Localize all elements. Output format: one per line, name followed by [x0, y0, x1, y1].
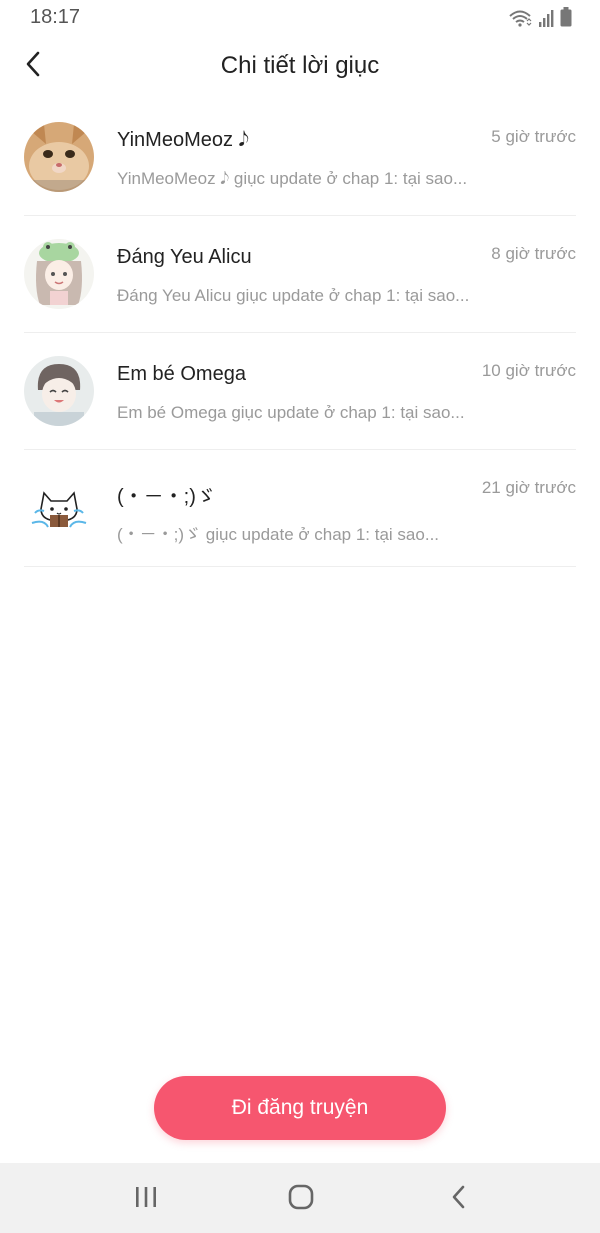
- timestamp: 8 giờ trước: [491, 244, 576, 263]
- timestamp: 21 giờ trước: [481, 478, 576, 497]
- message-preview: Em bé Omega giục update ở chap 1: tại sa…: [117, 403, 465, 422]
- status-icons: [508, 7, 572, 27]
- status-time: 18:17: [30, 6, 81, 28]
- header: Chi tiết lời giục: [0, 40, 600, 96]
- user-name: Đáng Yeu Alicu: [117, 246, 252, 268]
- user-name: YinMeoMeoz 𝅘𝅥𝅮: [117, 129, 249, 151]
- timestamp: 10 giờ trước: [481, 361, 576, 380]
- back-icon: [450, 1184, 466, 1215]
- avatar[interactable]: [24, 122, 94, 192]
- signal-icon: [538, 9, 554, 27]
- list-item[interactable]: (・－・;)ゞ 21 giờ trước (・－・;)ゞ giục update…: [24, 450, 576, 567]
- list-item[interactable]: Đáng Yeu Alicu 8 giờ trước Đáng Yeu Alic…: [24, 216, 576, 333]
- message-preview: YinMeoMeoz 𝅘𝅥𝅮 giục update ở chap 1: tại…: [117, 169, 468, 188]
- user-name: (・－・;)ゞ: [117, 486, 216, 508]
- avatar[interactable]: [24, 239, 94, 309]
- post-story-button[interactable]: Đi đăng truyện: [154, 1076, 446, 1140]
- message-preview: (・－・;)ゞ giục update ở chap 1: tại sao...: [117, 525, 440, 544]
- list-item[interactable]: YinMeoMeoz 𝅘𝅥𝅮 5 giờ trước YinMeoMeoz 𝅘𝅥…: [24, 99, 576, 216]
- home-icon: [288, 1184, 314, 1215]
- user-name: Em bé Omega: [117, 363, 246, 385]
- page-title: Chi tiết lời giục: [220, 52, 380, 79]
- battery-icon: [560, 7, 572, 27]
- list-item[interactable]: Em bé Omega 10 giờ trước Em bé Omega giụ…: [24, 333, 576, 450]
- avatar[interactable]: [24, 473, 94, 543]
- message-preview: Đáng Yeu Alicu giục update ở chap 1: tại…: [117, 286, 470, 305]
- recents-button[interactable]: [126, 1183, 166, 1215]
- wifi-icon: [508, 9, 532, 27]
- system-back-button[interactable]: [438, 1183, 478, 1215]
- avatar[interactable]: [24, 356, 94, 426]
- home-button[interactable]: [281, 1183, 321, 1215]
- reminder-list: YinMeoMeoz 𝅘𝅥𝅮 5 giờ trước YinMeoMeoz 𝅘𝅥…: [24, 99, 576, 567]
- status-bar: 18:17: [0, 0, 600, 36]
- recents-icon: [133, 1185, 159, 1214]
- timestamp: 5 giờ trước: [491, 127, 576, 146]
- nav-bar: [0, 1163, 600, 1233]
